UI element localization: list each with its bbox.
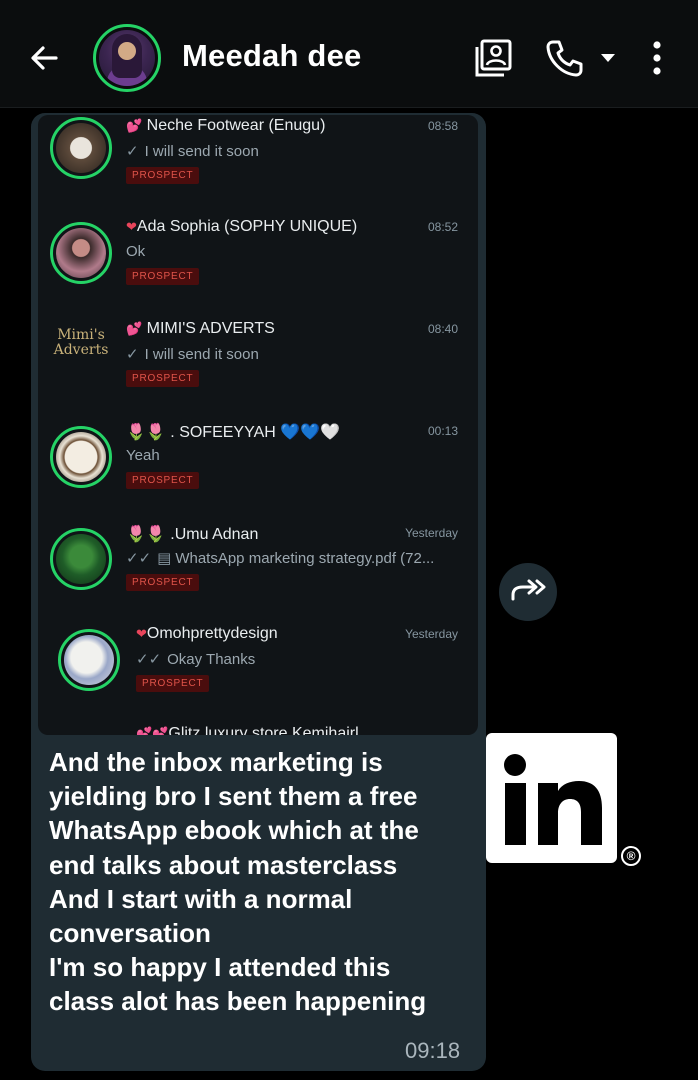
chat-name: Glitz luxury store Kemihairl [168, 725, 359, 735]
chat-name: . SOFEEYYAH 💙💙🤍 [170, 424, 341, 441]
chat-time: 08:52 [427, 220, 458, 234]
chat-avatar [50, 222, 112, 284]
chat-list-item: ❤Omohprettydesign Yesterday ✓✓ Okay Thank… [38, 623, 478, 725]
chat-name: .Umu Adnan [170, 526, 259, 543]
chat-message: I will send it soon [144, 346, 259, 363]
chevron-down-icon[interactable] [599, 52, 617, 64]
forward-button[interactable] [499, 563, 557, 621]
contact-name[interactable]: Meedah dee [182, 38, 361, 74]
mimi-adverts-logo: Mimi's Adverts [53, 327, 109, 358]
shared-screenshot-image[interactable]: 💕 Neche Footwear (Enugu) 08:58 ✓ I will s… [38, 115, 478, 735]
chat-avatar [50, 528, 112, 590]
chat-time: Yesterday [405, 627, 458, 641]
chat-message: WhatsApp marketing strategy.pdf (72... [175, 550, 435, 567]
chat-list-item: 💕💕Glitz luxury store Kemihairl [38, 723, 478, 735]
chat-name: MIMI'S ADVERTS [146, 320, 275, 337]
chat-message: Ok [126, 243, 146, 260]
prospect-label: PROSPECT [126, 167, 200, 184]
chat-list-item: 🌷🌷 .Umu Adnan Yesterday ✓✓ ▤ WhatsApp mark… [38, 522, 478, 624]
chat-name: Neche Footwear (Enugu) [146, 117, 326, 134]
chat-list-item: 💕 Neche Footwear (Enugu) 08:58 ✓ I will s… [38, 115, 478, 217]
forward-icon [511, 579, 546, 601]
chat-avatar [50, 117, 112, 179]
prospect-label: PROSPECT [126, 574, 200, 591]
chat-message: I will send it soon [144, 143, 259, 160]
chat-header: Meedah dee [0, 0, 698, 108]
prospect-label: PROSPECT [126, 472, 200, 489]
chat-avatar [50, 426, 112, 488]
chat-list-item: 🌷🌷 . SOFEEYYAH 💙💙🤍 00:13 Yeah PROSPECT [38, 420, 478, 522]
chat-name: Ada Sophia (SOPHY UNIQUE) [136, 218, 358, 235]
contact-avatar[interactable] [93, 24, 161, 92]
chat-name: Omohprettydesign [146, 625, 278, 642]
chat-time: 08:40 [427, 322, 458, 336]
chat-message: Yeah [126, 447, 160, 464]
prospect-label: PROSPECT [126, 268, 200, 285]
chat-list-item: ❤Ada Sophia (SOPHY UNIQUE) 08:52 Ok PROS… [38, 216, 478, 318]
voice-call-icon[interactable] [544, 38, 584, 78]
more-options-icon[interactable] [648, 40, 666, 76]
registered-mark: ® [621, 846, 641, 866]
chat-list-item: Mimi's Adverts 💕 MIMI'S ADVERTS 08:40 ✓ I … [38, 318, 478, 420]
prospect-label: PROSPECT [126, 370, 200, 387]
message-text: And the inbox marketing is yielding bro … [49, 747, 427, 1017]
linkedin-logo [486, 733, 617, 863]
chat-time: 08:58 [427, 119, 458, 133]
chat-message: Okay Thanks [167, 651, 256, 668]
message-timestamp: 09:18 [405, 1038, 461, 1063]
back-arrow-icon[interactable] [26, 40, 62, 76]
contact-card-icon[interactable] [474, 38, 514, 78]
prospect-label: PROSPECT [136, 675, 210, 692]
chat-avatar [58, 629, 120, 691]
chat-time: Yesterday [405, 526, 458, 540]
chat-time: 00:13 [427, 424, 458, 438]
